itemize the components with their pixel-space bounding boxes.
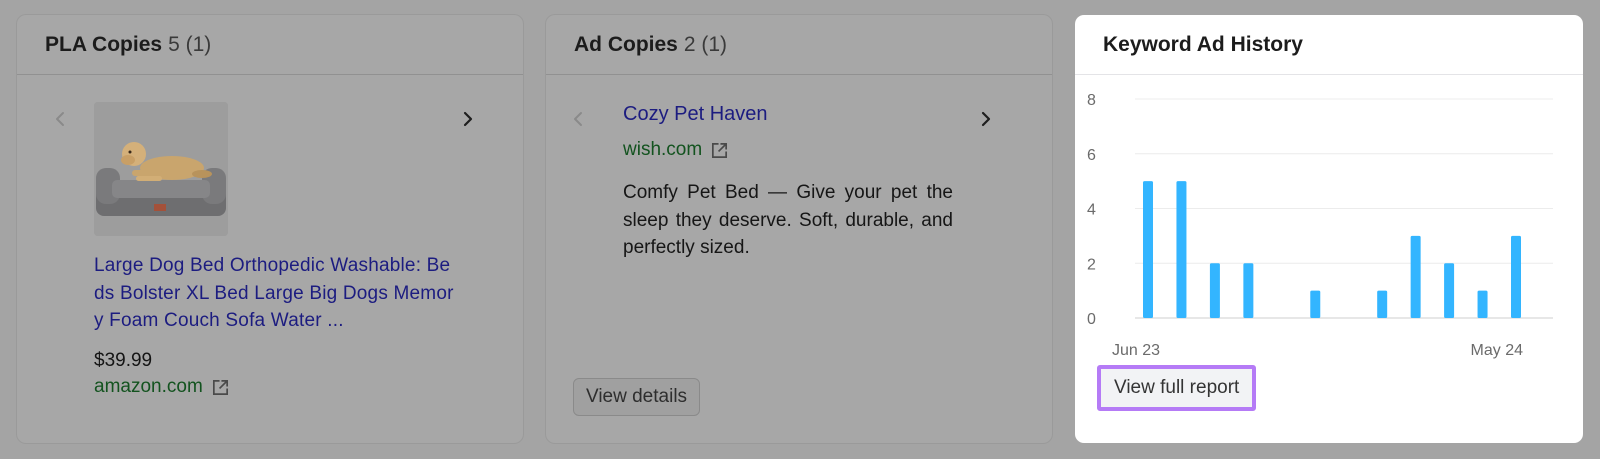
ad-history-chart: 0 2 4 6 8 Jun 23 May 24	[1075, 75, 1583, 375]
chart-bar[interactable]	[1511, 235, 1521, 318]
y-tick-label: 6	[1087, 147, 1096, 164]
ad-description: Comfy Pet Bed — Give your pet the sleep …	[623, 182, 953, 258]
y-tick-label: 0	[1087, 311, 1096, 328]
y-tick-label: 8	[1087, 92, 1096, 109]
ad-copies-title: Ad Copies	[574, 32, 678, 56]
pla-copies-title: PLA Copies	[45, 32, 163, 56]
chart-bar[interactable]	[1410, 235, 1421, 318]
ad-domain-link[interactable]: wish.com	[623, 139, 729, 161]
chart-bar[interactable]	[1444, 263, 1455, 318]
view-full-report-highlight: View full report	[1097, 365, 1257, 411]
y-tick-label: 4	[1087, 202, 1096, 219]
keyword-ad-history-card: Keyword Ad History 0 2 4 6 8 Jun 23 May 24 Vie…	[1075, 15, 1583, 443]
ad-domain-text: wish.com	[623, 139, 703, 160]
external-link-icon	[710, 141, 729, 160]
ad-history-chart-svg: 0 2 4 6 8 Jun 23 May 24	[1087, 92, 1553, 359]
chart-bar[interactable]	[1377, 290, 1388, 318]
ad-headline-link[interactable]: Cozy Pet Haven	[623, 103, 768, 126]
ad-copies-header: Ad Copies 2 (1)	[546, 15, 1052, 75]
x-tick-label: Jun 23	[1112, 342, 1160, 359]
product-image[interactable]	[94, 102, 228, 236]
view-full-report-button[interactable]: View full report	[1101, 369, 1253, 407]
chart-bar[interactable]	[1310, 290, 1321, 318]
product-price: $39.99	[94, 350, 153, 371]
keyword-ad-history-title: Keyword Ad History	[1103, 32, 1303, 56]
view-details-button[interactable]: View details	[573, 378, 701, 416]
keyword-ad-history-header: Keyword Ad History	[1075, 15, 1583, 75]
external-link-icon	[211, 378, 230, 397]
chevron-right-icon[interactable]	[975, 108, 997, 130]
chart-bar[interactable]	[1143, 181, 1153, 318]
y-tick-label: 2	[1087, 256, 1096, 273]
pla-domain-text: amazon.com	[94, 376, 203, 397]
chart-bar[interactable]	[1176, 181, 1187, 318]
pla-domain-link[interactable]: amazon.com	[94, 376, 230, 398]
ad-copies-card: Ad Copies 2 (1) Cozy Pet Haven wish.com …	[546, 15, 1052, 443]
x-tick-label: May 24	[1471, 342, 1524, 359]
chevron-right-icon[interactable]	[457, 108, 479, 130]
chevron-left-icon[interactable]	[568, 108, 590, 130]
chevron-left-icon[interactable]	[50, 108, 72, 130]
product-title-link[interactable]: Large Dog Bed Orthopedic Washable: Beds …	[94, 252, 454, 335]
chart-bar[interactable]	[1209, 263, 1220, 318]
pla-copies-count: 5 (1)	[168, 32, 212, 56]
pla-copies-header: PLA Copies 5 (1)	[17, 15, 523, 75]
chart-bar[interactable]	[1477, 290, 1488, 318]
pla-copies-card: PLA Copies 5 (1) Large Dog Bed Orthopedi…	[17, 15, 523, 443]
chart-bar[interactable]	[1243, 263, 1254, 318]
ad-copies-count: 2 (1)	[683, 32, 728, 56]
